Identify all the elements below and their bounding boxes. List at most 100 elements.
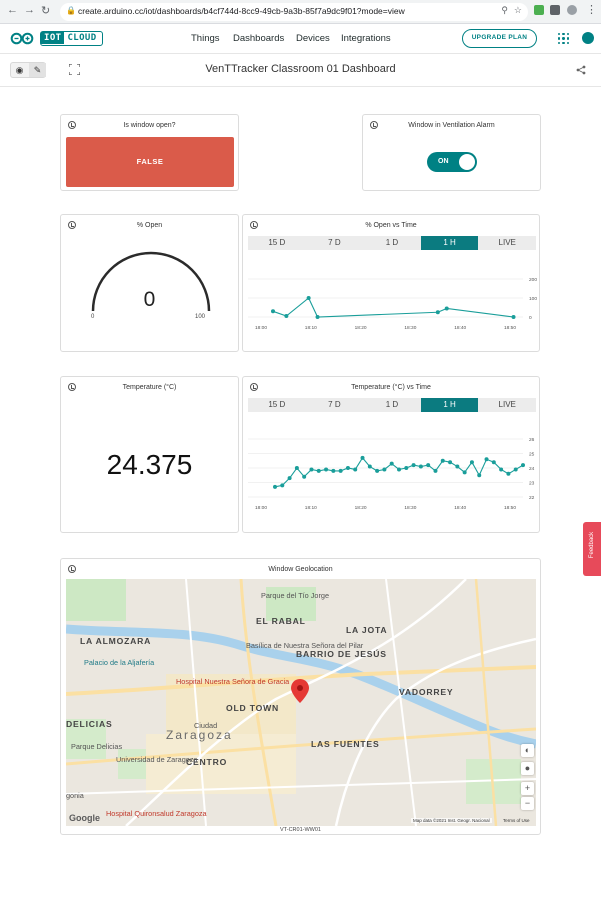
widget-title: Window Geolocation xyxy=(268,566,333,573)
open-chart-widget: % Open vs Time 15 D 7 D 1 D 1 H LIVE 200… xyxy=(242,214,540,352)
url-text: create.arduino.cc/iot/dashboards/b4cf744… xyxy=(78,6,405,16)
y-tick-label: 22 xyxy=(529,495,535,501)
bookmark-star-icon[interactable]: ☆ xyxy=(514,5,522,16)
dashboard-title: VenTTracker Classroom 01 Dashboard xyxy=(205,63,396,75)
data-point xyxy=(477,473,482,478)
data-point xyxy=(491,460,496,465)
data-point xyxy=(302,474,307,479)
feedback-label: Feedback xyxy=(589,531,595,559)
data-point xyxy=(397,467,401,472)
my-location-icon[interactable]: ● xyxy=(521,762,534,775)
nav-things[interactable]: Things xyxy=(191,33,220,44)
data-point xyxy=(345,466,350,470)
temperature-value: 24.375 xyxy=(106,449,193,480)
edit-pencil-icon[interactable]: ✎ xyxy=(29,63,46,77)
open-gauge-widget: % Open 0 0 100 xyxy=(60,214,239,352)
data-point xyxy=(315,315,320,319)
data-point xyxy=(273,484,277,489)
data-point xyxy=(484,457,489,462)
widget-title: Window in Ventilation Alarm xyxy=(408,122,495,129)
ventilation-alarm-widget: Window in Ventilation Alarm ON xyxy=(362,114,541,191)
x-tick-label: 18:40 xyxy=(454,325,466,331)
map-view[interactable]: Parque del Tío Jorge EL RABAL LA JOTA LA… xyxy=(66,579,536,826)
eye-icon[interactable]: ◉ xyxy=(11,63,28,77)
data-point xyxy=(455,464,460,469)
map-label: Hospital Nuestra Señora de Gracia xyxy=(176,677,290,686)
share-icon[interactable] xyxy=(576,65,586,75)
address-bar[interactable]: 🔒 create.arduino.cc/iot/dashboards/b4cf7… xyxy=(60,3,528,21)
extension-icon[interactable] xyxy=(534,5,544,15)
map-label: LAS FUENTES xyxy=(311,739,380,749)
widget-title: % Open xyxy=(136,222,163,229)
data-point xyxy=(280,483,285,488)
data-point xyxy=(418,464,423,469)
x-tick-label: 18:50 xyxy=(504,505,516,511)
nav-integrations[interactable]: Integrations xyxy=(341,33,391,44)
fullscreen-icon[interactable] xyxy=(69,64,80,75)
data-point xyxy=(360,455,365,460)
lock-icon: 🔒 xyxy=(66,6,76,15)
browser-menu-icon[interactable]: ⋮ xyxy=(586,3,597,16)
geolocation-widget: Window Geolocation Parque del Tío Jorge … xyxy=(60,558,541,835)
reload-icon[interactable]: ↻ xyxy=(41,4,50,17)
map-label: Ciudad xyxy=(194,721,218,730)
iot-cloud-logo[interactable]: IOT CLOUD xyxy=(40,31,103,46)
upgrade-plan-button[interactable]: UPGRADE PLAN xyxy=(462,29,537,48)
zoom-search-icon[interactable]: ⚲ xyxy=(501,5,508,16)
terms-link[interactable]: Terms of Use xyxy=(503,818,530,823)
map-layers-icon[interactable]: ◐ xyxy=(521,744,534,757)
y-tick-label: 0 xyxy=(529,315,532,321)
map-label: EL RABAL xyxy=(256,616,306,626)
gauge-max-label: 100 xyxy=(195,314,206,320)
open-line-chart: 200 100 0 18:00 18:10 18:20 18:30 18:40 18:50 xyxy=(248,277,537,331)
data-point xyxy=(306,296,311,300)
alarm-switch[interactable]: ON xyxy=(427,152,477,172)
feedback-button[interactable]: Feedback xyxy=(583,522,601,576)
x-tick-label: 18:50 xyxy=(504,325,516,331)
data-point xyxy=(435,310,440,315)
y-tick-label: 100 xyxy=(529,296,537,302)
device-caption: VT-CR01-WW01 xyxy=(280,827,321,833)
data-point xyxy=(353,467,358,472)
apps-grid-icon[interactable] xyxy=(558,33,569,44)
x-tick-label: 18:30 xyxy=(404,505,416,511)
x-tick-label: 18:10 xyxy=(305,505,317,511)
back-arrow-icon[interactable]: ← xyxy=(7,4,18,16)
data-point xyxy=(324,467,329,472)
map-label: Hospital Quironsalud Zaragoza xyxy=(106,809,207,818)
account-avatar-icon[interactable] xyxy=(582,32,594,44)
data-point xyxy=(389,461,394,466)
puzzle-extensions-icon[interactable] xyxy=(550,5,560,15)
map-label: Palacio de la Aljafería xyxy=(84,658,155,667)
data-point xyxy=(338,468,343,473)
data-point xyxy=(284,314,289,319)
forward-arrow-icon[interactable]: → xyxy=(24,4,35,16)
data-point xyxy=(375,468,380,473)
view-edit-toggle[interactable]: ◉ ✎ xyxy=(10,62,46,78)
window-open-widget: Is window open? FALSE xyxy=(60,114,239,191)
data-point xyxy=(309,467,314,472)
map-label: Parque del Tío Jorge xyxy=(261,591,330,600)
temperature-widget: Temperature (°C) 24.375 xyxy=(60,376,239,533)
browser-bar: ← → ↻ 🔒 create.arduino.cc/iot/dashboards… xyxy=(0,0,601,24)
status-indicator: FALSE xyxy=(66,137,234,187)
data-point xyxy=(440,458,445,463)
nav-dashboards[interactable]: Dashboards xyxy=(233,33,284,44)
switch-knob xyxy=(459,154,475,170)
x-tick-label: 18:00 xyxy=(255,505,267,511)
data-point xyxy=(404,466,409,470)
data-point xyxy=(506,471,511,476)
zoom-out-button[interactable]: − xyxy=(521,797,534,810)
zoom-in-button[interactable]: + xyxy=(521,782,534,795)
nav-devices[interactable]: Devices xyxy=(296,33,330,44)
temperature-line-chart: 26 25 24 23 22 18:00 18:10 18:20 18:30 18:40 18:50 xyxy=(248,437,535,511)
arduino-logo-icon[interactable] xyxy=(10,32,34,45)
gauge-min-label: 0 xyxy=(91,314,95,320)
data-point xyxy=(367,464,372,469)
y-tick-label: 26 xyxy=(529,437,535,443)
profile-icon[interactable] xyxy=(567,5,577,15)
data-point xyxy=(331,468,336,473)
series-line xyxy=(272,297,514,318)
data-point xyxy=(511,315,516,319)
data-point xyxy=(521,463,525,468)
